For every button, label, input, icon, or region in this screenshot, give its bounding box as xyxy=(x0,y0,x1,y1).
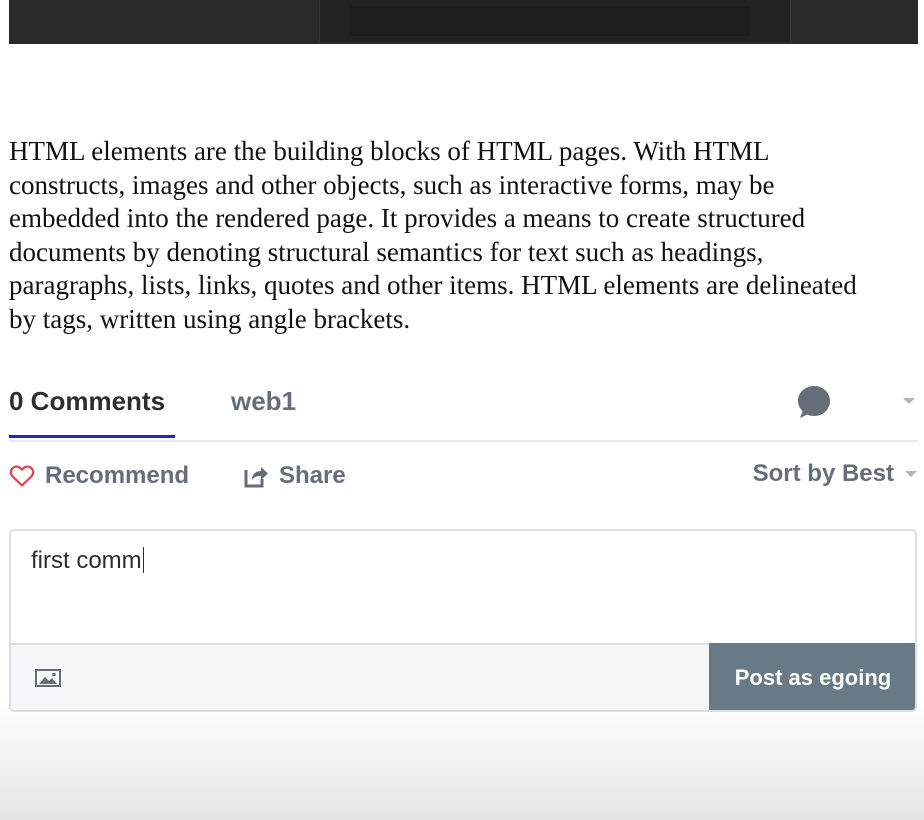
page: HTML elements are the building blocks of… xyxy=(0,0,924,820)
sort-dropdown[interactable]: Sort by Best xyxy=(753,460,918,488)
tab-forum-name[interactable]: web1 xyxy=(231,386,296,417)
caret-down-icon[interactable] xyxy=(901,396,917,406)
text-caret xyxy=(142,547,144,573)
video-thumbnail-band xyxy=(350,6,750,36)
comment-composer: first comm Post as egoing xyxy=(9,529,917,712)
share-button[interactable]: Share xyxy=(243,462,346,490)
thread-actions: Recommend Share Sort by Best xyxy=(9,458,918,498)
header-video-strip xyxy=(9,0,918,44)
video-thumbnail xyxy=(319,0,791,42)
speech-bubble-icon[interactable] xyxy=(796,384,832,420)
image-icon[interactable] xyxy=(34,667,62,689)
article-paragraph: HTML elements are the building blocks of… xyxy=(9,136,857,334)
sort-label: Sort by Best xyxy=(752,460,894,487)
post-button[interactable]: Post as egoing xyxy=(709,643,915,710)
share-label: Share xyxy=(279,462,346,489)
composer-toolbar: Post as egoing xyxy=(11,643,915,710)
comments-nav: 0 Comments web1 xyxy=(9,384,918,442)
comment-text: first comm xyxy=(31,547,142,574)
caret-down-icon xyxy=(905,471,917,477)
share-icon xyxy=(244,467,268,488)
heart-icon xyxy=(9,465,35,487)
comment-input[interactable]: first comm xyxy=(11,531,915,643)
tab-comments-count[interactable]: 0 Comments xyxy=(9,386,175,438)
recommend-button[interactable]: Recommend xyxy=(9,462,189,490)
recommend-label: Recommend xyxy=(45,462,190,489)
